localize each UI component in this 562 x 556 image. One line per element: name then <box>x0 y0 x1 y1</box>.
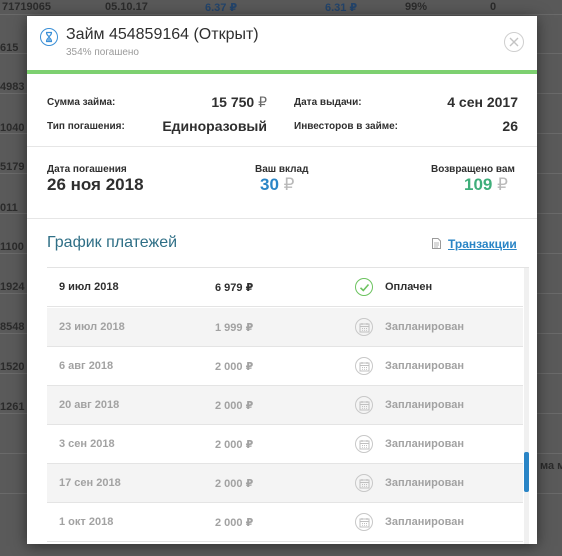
payment-date: 9 июл 2018 <box>59 281 119 293</box>
schedule-scrollbar-thumb[interactable] <box>524 452 529 492</box>
investors-label: Инвесторов в займе: <box>294 121 399 132</box>
payment-amount: 2 000 ₽ <box>215 400 254 412</box>
payment-row: 17 сен 2018 2 000 ₽ Запланирован <box>47 464 523 503</box>
background-top-row: 71719065 05.10.17 6.37 ₽ 6.31 ₽ 99% 0 <box>0 0 562 14</box>
payment-status: Запланирован <box>385 360 464 372</box>
document-icon <box>432 238 441 249</box>
bg-left-id: 8548 <box>0 321 25 333</box>
payment-date: 3 сен 2018 <box>59 438 115 450</box>
bg-left-id: 1924 <box>0 281 25 293</box>
returned-label: Возвращено вам <box>431 164 515 175</box>
calendar-icon <box>355 396 373 414</box>
payment-status: Запланирован <box>385 321 464 333</box>
due-date-label: Дата погашения <box>47 164 127 175</box>
payment-amount: 1 999 ₽ <box>215 322 254 334</box>
bg-date: 05.10.17 <box>105 1 148 13</box>
contribution-value: 30 ₽ <box>260 175 295 194</box>
payment-status: Запланирован <box>385 399 464 411</box>
payment-status: Запланирован <box>385 438 464 450</box>
payment-row: 6 авг 2018 2 000 ₽ Запланирован <box>47 347 523 386</box>
bg-percent: 99% <box>405 1 428 13</box>
payment-date: 6 авг 2018 <box>59 360 114 372</box>
repayment-type-label: Тип погашения: <box>47 121 125 132</box>
payment-date: 20 авг 2018 <box>59 399 120 411</box>
payment-schedule-title: График платежей <box>47 234 178 251</box>
due-date-value: 26 ноя 2018 <box>47 175 144 194</box>
section-divider <box>27 146 537 147</box>
calendar-icon <box>355 513 373 531</box>
modal-header: Займ 454859164 (Открыт) 354% погашено <box>27 16 537 74</box>
payment-row: 9 июл 2018 6 979 ₽ Оплачен <box>47 268 523 307</box>
issue-date-label: Дата выдачи: <box>294 97 362 108</box>
bg-left-id: 1100 <box>0 241 24 253</box>
payment-amount: 2 000 ₽ <box>215 361 254 373</box>
bg-loan-id: 71719065 <box>2 1 51 13</box>
repayment-type-value: Единоразовый <box>162 118 267 134</box>
transactions-link[interactable]: Транзакции <box>448 237 517 251</box>
bg-count: 0 <box>490 1 497 13</box>
calendar-icon <box>355 357 373 375</box>
payment-amount: 6 979 ₽ <box>215 282 254 294</box>
calendar-icon <box>355 318 373 336</box>
payment-status: Запланирован <box>385 477 464 489</box>
calendar-icon <box>355 474 373 492</box>
check-icon <box>355 278 373 296</box>
payment-amount: 2 000 ₽ <box>215 517 254 529</box>
payment-amount: 2 000 ₽ <box>215 478 254 490</box>
bg-left-id: 4983 <box>0 81 25 93</box>
bg-rate-1: 6.37 ₽ <box>205 2 238 14</box>
close-icon <box>509 37 519 47</box>
contribution-label: Ваш вклад <box>255 164 309 175</box>
bg-right-fragment: ма мо <box>540 460 562 472</box>
returned-value: 109 ₽ <box>464 175 508 194</box>
calendar-icon <box>355 435 373 453</box>
payment-row: 20 авг 2018 2 000 ₽ Запланирован <box>47 386 523 425</box>
investors-value: 26 <box>502 118 518 134</box>
modal-title: Займ 454859164 (Открыт) <box>66 26 259 43</box>
loan-details-modal: Займ 454859164 (Открыт) 354% погашено Су… <box>27 16 537 544</box>
bg-left-id: 1261 <box>0 401 25 413</box>
payment-status: Оплачен <box>385 281 433 293</box>
amount-label: Сумма займа: <box>47 97 116 108</box>
schedule-scrollbar-track[interactable] <box>524 268 529 544</box>
amount-value: 15 750 ₽ <box>211 94 267 110</box>
payment-schedule-table: 9 июл 2018 6 979 ₽ Оплачен 23 июл 2018 1… <box>47 267 529 544</box>
hourglass-icon <box>40 28 58 46</box>
payment-date: 23 июл 2018 <box>59 321 125 333</box>
payment-status: Запланирован <box>385 516 464 528</box>
issue-date-value: 4 сен 2017 <box>447 94 518 110</box>
payment-row: 1 окт 2018 2 000 ₽ Запланирован <box>47 503 523 542</box>
bg-left-id: 1520 <box>0 361 25 373</box>
payment-row: 3 сен 2018 2 000 ₽ Запланирован <box>47 425 523 464</box>
repaid-percent: 354% погашено <box>66 47 139 58</box>
payment-date: 1 окт 2018 <box>59 516 114 528</box>
payment-row: 23 июл 2018 1 999 ₽ Запланирован <box>47 308 523 347</box>
payment-amount: 2 000 ₽ <box>215 439 254 451</box>
bg-left-id: 5179 <box>0 161 25 173</box>
bg-row-divider <box>0 14 562 15</box>
section-divider <box>27 218 537 219</box>
bg-rate-2: 6.31 ₽ <box>325 2 358 14</box>
close-button[interactable] <box>504 32 524 52</box>
payment-date: 17 сен 2018 <box>59 477 121 489</box>
